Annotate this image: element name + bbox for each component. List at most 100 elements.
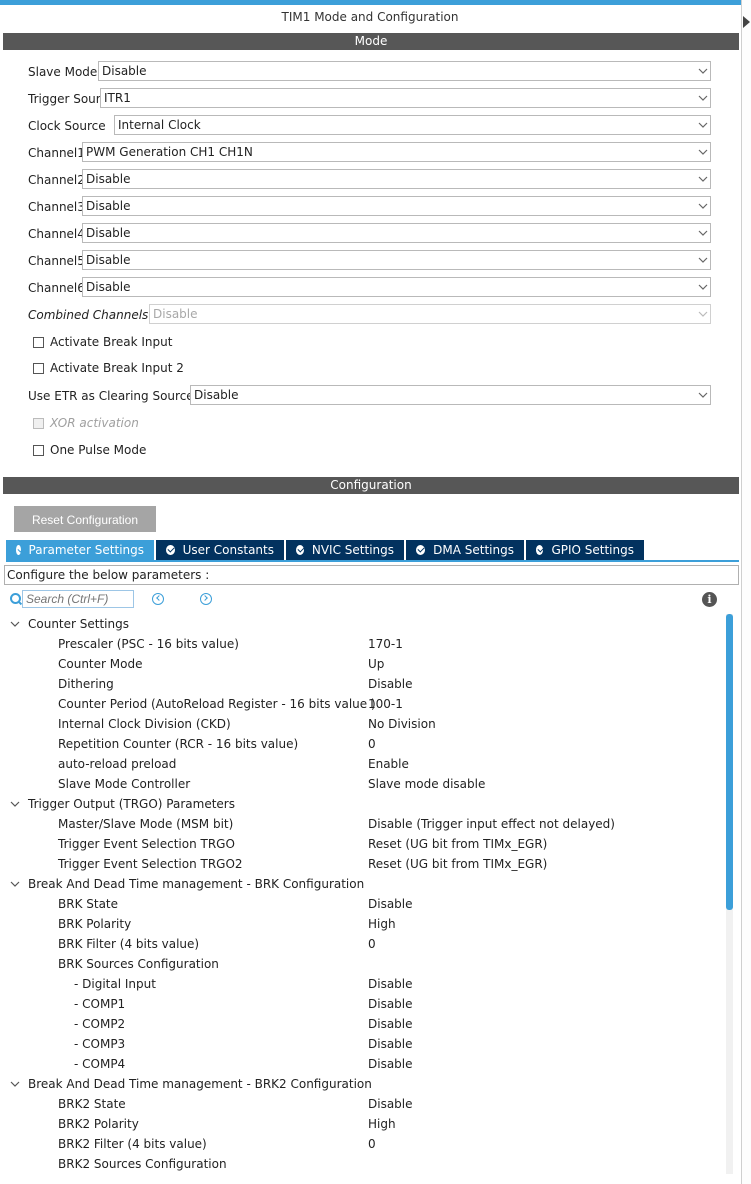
param-label: Repetition Counter (RCR - 16 bits value): [58, 737, 299, 751]
param-row[interactable]: - COMP4 Disable: [0, 1054, 720, 1074]
trigger-source-select[interactable]: ITR1: [100, 88, 711, 108]
param-row[interactable]: BRK2 Sources Configuration: [0, 1154, 720, 1174]
param-label: - COMP1: [74, 997, 126, 1011]
mode-header: Mode: [3, 33, 739, 50]
param-value[interactable]: 0: [368, 934, 376, 954]
param-row[interactable]: BRK Filter (4 bits value) 0: [0, 934, 720, 954]
param-row[interactable]: Dithering Disable: [0, 674, 720, 694]
window-title: TIM1 Mode and Configuration: [281, 10, 459, 24]
param-row[interactable]: - COMP3 Disable: [0, 1034, 720, 1054]
group-brk-configuration[interactable]: Break And Dead Time management - BRK Con…: [0, 874, 720, 894]
reset-configuration-button[interactable]: Reset Configuration: [14, 506, 156, 532]
param-value[interactable]: Slave mode disable: [368, 774, 485, 794]
clock-source-select[interactable]: Internal Clock: [114, 115, 711, 135]
param-value[interactable]: Disable: [368, 1014, 413, 1034]
param-value[interactable]: 100-1: [368, 694, 403, 714]
collapse-arrow-icon[interactable]: [743, 16, 750, 28]
param-row[interactable]: BRK2 Filter (4 bits value) 0: [0, 1134, 720, 1154]
param-row[interactable]: - COMP1 Disable: [0, 994, 720, 1014]
param-value[interactable]: 170-1: [368, 634, 403, 654]
slave-mode-row: Slave Mode Disable: [28, 61, 712, 83]
parameter-tree: Counter Settings Prescaler (PSC - 16 bit…: [0, 614, 720, 1174]
combined-channels-select[interactable]: Disable: [149, 304, 711, 324]
param-value[interactable]: Up: [368, 654, 384, 674]
xor-activation-checkbox[interactable]: XOR activation: [33, 414, 139, 432]
param-value[interactable]: No Division: [368, 714, 436, 734]
parameters-description: Configure the below parameters :: [4, 565, 739, 585]
tab-gpio-settings[interactable]: GPIO Settings: [526, 540, 644, 560]
param-value[interactable]: Disable (Trigger input effect not delaye…: [368, 814, 615, 834]
param-value[interactable]: Disable: [368, 994, 413, 1014]
group-label: Counter Settings: [28, 617, 129, 631]
param-value[interactable]: High: [368, 1114, 396, 1134]
param-row[interactable]: Counter Period (AutoReload Register - 16…: [0, 694, 720, 714]
group-counter-settings[interactable]: Counter Settings: [0, 614, 720, 634]
channel6-select[interactable]: Disable: [82, 277, 711, 297]
param-row[interactable]: Repetition Counter (RCR - 16 bits value)…: [0, 734, 720, 754]
configuration-header: Configuration: [3, 477, 739, 494]
activate-break-input-checkbox[interactable]: Activate Break Input: [33, 333, 172, 351]
param-value[interactable]: 0: [368, 1134, 376, 1154]
info-icon[interactable]: i: [702, 592, 717, 607]
param-row[interactable]: auto-reload preload Enable: [0, 754, 720, 774]
channel2-value: Disable: [86, 172, 131, 186]
channel5-row: Channel5 Disable: [28, 250, 712, 272]
param-row[interactable]: BRK Sources Configuration: [0, 954, 720, 974]
param-label: Counter Period (AutoReload Register - 16…: [58, 697, 376, 711]
checkbox-box[interactable]: [33, 336, 44, 348]
param-row[interactable]: BRK2 State Disable: [0, 1094, 720, 1114]
search-next-icon[interactable]: [200, 593, 212, 605]
checkbox-box[interactable]: [33, 362, 44, 374]
channel1-select[interactable]: PWM Generation CH1 CH1N: [82, 142, 711, 162]
param-row[interactable]: BRK2 Polarity High: [0, 1114, 720, 1134]
check-circle-icon: [16, 545, 21, 555]
checkbox-box[interactable]: [33, 417, 44, 429]
param-value[interactable]: 0: [368, 734, 376, 754]
channel5-select[interactable]: Disable: [82, 250, 711, 270]
param-value[interactable]: Disable: [368, 1094, 413, 1114]
param-row[interactable]: Internal Clock Division (CKD) No Division: [0, 714, 720, 734]
channel3-select[interactable]: Disable: [82, 196, 711, 216]
tab-user-constants[interactable]: User Constants: [156, 540, 284, 560]
slave-mode-select[interactable]: Disable: [98, 61, 711, 81]
vertical-scrollbar-thumb[interactable]: [726, 614, 733, 910]
param-value[interactable]: Enable: [368, 754, 409, 774]
activate-break-input2-checkbox[interactable]: Activate Break Input 2: [33, 359, 184, 377]
search-input[interactable]: [22, 590, 134, 608]
param-row[interactable]: Master/Slave Mode (MSM bit) Disable (Trig…: [0, 814, 720, 834]
tab-nvic-settings[interactable]: NVIC Settings: [286, 540, 404, 560]
param-label: Dithering: [58, 677, 114, 691]
param-row[interactable]: Slave Mode Controller Slave mode disable: [0, 774, 720, 794]
param-value[interactable]: Disable: [368, 894, 413, 914]
param-value[interactable]: Reset (UG bit from TIMx_EGR): [368, 854, 547, 874]
param-row[interactable]: BRK Polarity High: [0, 914, 720, 934]
param-value[interactable]: Disable: [368, 1034, 413, 1054]
combined-channels-row: Combined Channels Disable: [28, 304, 712, 326]
tab-label: User Constants: [182, 543, 274, 557]
param-row[interactable]: - Digital Input Disable: [0, 974, 720, 994]
param-row[interactable]: Trigger Event Selection TRGO2 Reset (UG b…: [0, 854, 720, 874]
param-value[interactable]: Disable: [368, 674, 413, 694]
tab-label: GPIO Settings: [551, 543, 634, 557]
param-value[interactable]: High: [368, 914, 396, 934]
use-etr-select[interactable]: Disable: [190, 385, 711, 405]
checkbox-box[interactable]: [33, 444, 44, 456]
param-value[interactable]: Reset (UG bit from TIMx_EGR): [368, 834, 547, 854]
group-trgo-parameters[interactable]: Trigger Output (TRGO) Parameters: [0, 794, 720, 814]
param-value[interactable]: Disable: [368, 974, 413, 994]
channel2-select[interactable]: Disable: [82, 169, 711, 189]
param-row[interactable]: BRK State Disable: [0, 894, 720, 914]
search-previous-icon[interactable]: [152, 593, 164, 605]
tab-parameter-settings[interactable]: Parameter Settings: [6, 540, 154, 560]
channel1-label: Channel1: [28, 146, 85, 160]
channel4-select[interactable]: Disable: [82, 223, 711, 243]
param-row[interactable]: Prescaler (PSC - 16 bits value) 170-1: [0, 634, 720, 654]
one-pulse-mode-checkbox[interactable]: One Pulse Mode: [33, 441, 146, 459]
param-value[interactable]: Disable: [368, 1054, 413, 1074]
tab-dma-settings[interactable]: DMA Settings: [406, 540, 524, 560]
param-row[interactable]: Counter Mode Up: [0, 654, 720, 674]
param-row[interactable]: - COMP2 Disable: [0, 1014, 720, 1034]
param-row[interactable]: Trigger Event Selection TRGO Reset (UG bi…: [0, 834, 720, 854]
group-brk2-configuration[interactable]: Break And Dead Time management - BRK2 Co…: [0, 1074, 720, 1094]
collapse-strip[interactable]: [741, 0, 751, 1184]
